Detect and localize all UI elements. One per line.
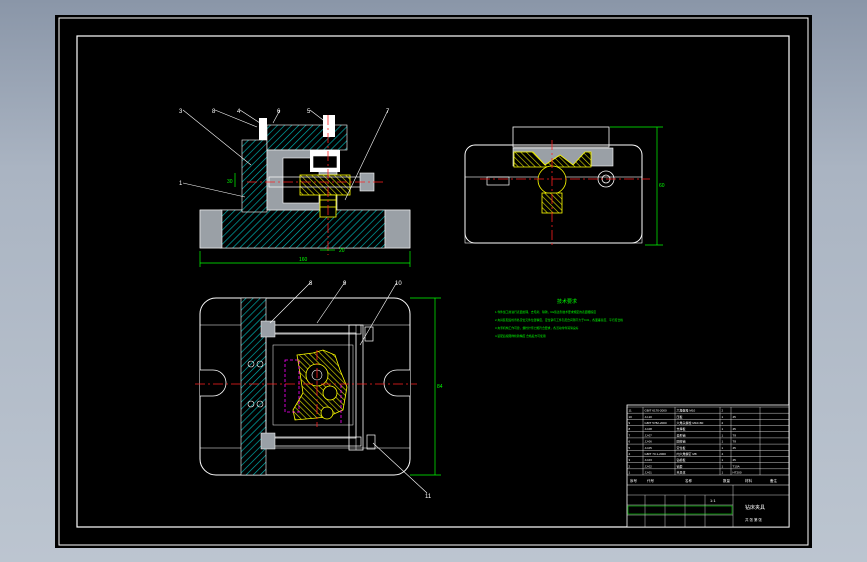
drawing-title: 钻床夹具 bbox=[745, 504, 765, 511]
notes-line: 4.装配后按图样检验精度 合格后方可使用 bbox=[495, 334, 546, 338]
tb-cell: JJ-08 bbox=[645, 427, 653, 431]
tb-header: 材料 bbox=[745, 478, 753, 483]
tb-cell: 六角螺母 M10 bbox=[677, 408, 696, 413]
tb-cell: 菱形销 bbox=[677, 432, 686, 437]
balloon-label: 11 bbox=[425, 494, 432, 500]
balloon-label: 1 bbox=[179, 181, 183, 187]
tb-cell: 定位板 bbox=[677, 445, 686, 450]
front-section-view bbox=[182, 109, 411, 267]
tb-cell: T10A bbox=[733, 464, 740, 468]
tb-cell: GB/T 6170-2000 bbox=[645, 409, 667, 413]
tb-cell: GB/T 70.1-2000 bbox=[645, 452, 667, 456]
tb-cell: JJ-03 bbox=[645, 458, 653, 462]
tb-header: 代号 bbox=[647, 478, 655, 483]
tb-header: 序号 bbox=[630, 478, 638, 483]
tb-cell: T8 bbox=[733, 433, 737, 437]
balloon-label: 3 bbox=[179, 109, 183, 115]
balloon-label: 7 bbox=[386, 109, 390, 115]
tb-cell: GB/T 5782-2000 bbox=[645, 421, 667, 425]
dimension-text: 160 bbox=[299, 257, 308, 263]
dimension-text: 60 bbox=[659, 183, 665, 189]
tb-cell: T8 bbox=[733, 440, 737, 444]
plan-view bbox=[195, 281, 441, 494]
tb-cell: 内六角螺钉 M8 bbox=[677, 451, 697, 456]
tb-cell: 夹具体 bbox=[677, 470, 686, 475]
tb-cell: 六角头螺栓 M10×80 bbox=[677, 420, 704, 425]
tb-cell: JJ-02 bbox=[645, 464, 653, 468]
tb-cell: 支撑板 bbox=[677, 426, 686, 431]
tb-cell: JJ-07 bbox=[645, 433, 653, 437]
scale-value: 1:1 bbox=[710, 498, 716, 503]
tb-cell: 压板 bbox=[677, 414, 683, 419]
tb-cell: 10 bbox=[629, 415, 633, 419]
dimension-text: 30 bbox=[227, 179, 233, 185]
tb-cell: 钻模板 bbox=[677, 457, 686, 462]
technical-notes: 技术要求 1.零件加工前进行表面处理，去毛刺、除锈，Ra值达到技术要求规定的表面… bbox=[495, 298, 623, 338]
balloon-label: 8 bbox=[309, 281, 313, 287]
tb-cell: 圆柱销 bbox=[677, 439, 686, 444]
balloon-label: 9 bbox=[343, 281, 347, 287]
notes-line: 1.零件加工前进行表面处理，去毛刺、除锈，Ra值达到技术要求规定的表面粗糙度 bbox=[495, 310, 596, 314]
title-block: 11 GB/T 6170-2000 六角螺母 M10 210 JJ-10 压板 1 459 GB… bbox=[626, 404, 790, 528]
tb-cell: 45 bbox=[733, 427, 737, 431]
cad-drawing: 3 8 4 6 5 7 1 160 30 20 60 8 9 10 11 84 … bbox=[58, 17, 809, 546]
tb-cell: 11 bbox=[629, 409, 632, 413]
tb-cell: 45 bbox=[733, 415, 737, 419]
balloon-label: 10 bbox=[395, 281, 402, 287]
tb-cell: JJ-01 bbox=[645, 471, 653, 475]
tb-header: 数量 bbox=[723, 478, 731, 483]
tb-cell: JJ-05 bbox=[645, 446, 653, 450]
notes-line: 3.夹紧机构工作可靠，螺栓拧紧力矩符合要求，各活动零件润滑良好 bbox=[495, 326, 579, 330]
notes-title: 技术要求 bbox=[557, 298, 577, 305]
tb-header: 名称 bbox=[685, 478, 693, 483]
side-view: 60 bbox=[464, 126, 665, 246]
dimension-text: 84 bbox=[437, 384, 443, 390]
tb-cell: JJ-10 bbox=[645, 415, 653, 419]
drawing-sheet: 3 8 4 6 5 7 1 160 30 20 60 8 9 10 11 84 … bbox=[55, 15, 812, 548]
dimension-text: 20 bbox=[339, 248, 345, 254]
sheet-label: 共 张 第 张 bbox=[745, 517, 762, 522]
tb-cell: 钻套 bbox=[677, 463, 683, 468]
balloon-label: 4 bbox=[237, 109, 241, 115]
notes-line: 2.夹具装配后检查各定位元件位置精度，定位销与工件孔配合间隙不大于0.01，各面… bbox=[495, 318, 623, 322]
balloon-label: 5 bbox=[307, 109, 311, 115]
tb-cell: JJ-06 bbox=[645, 440, 653, 444]
tb-header: 备注 bbox=[770, 478, 778, 483]
tb-cell: 45 bbox=[733, 458, 737, 462]
tb-cell: 45 bbox=[733, 446, 737, 450]
balloon-label: 6 bbox=[277, 109, 281, 115]
tb-cell: HT200 bbox=[733, 471, 742, 475]
